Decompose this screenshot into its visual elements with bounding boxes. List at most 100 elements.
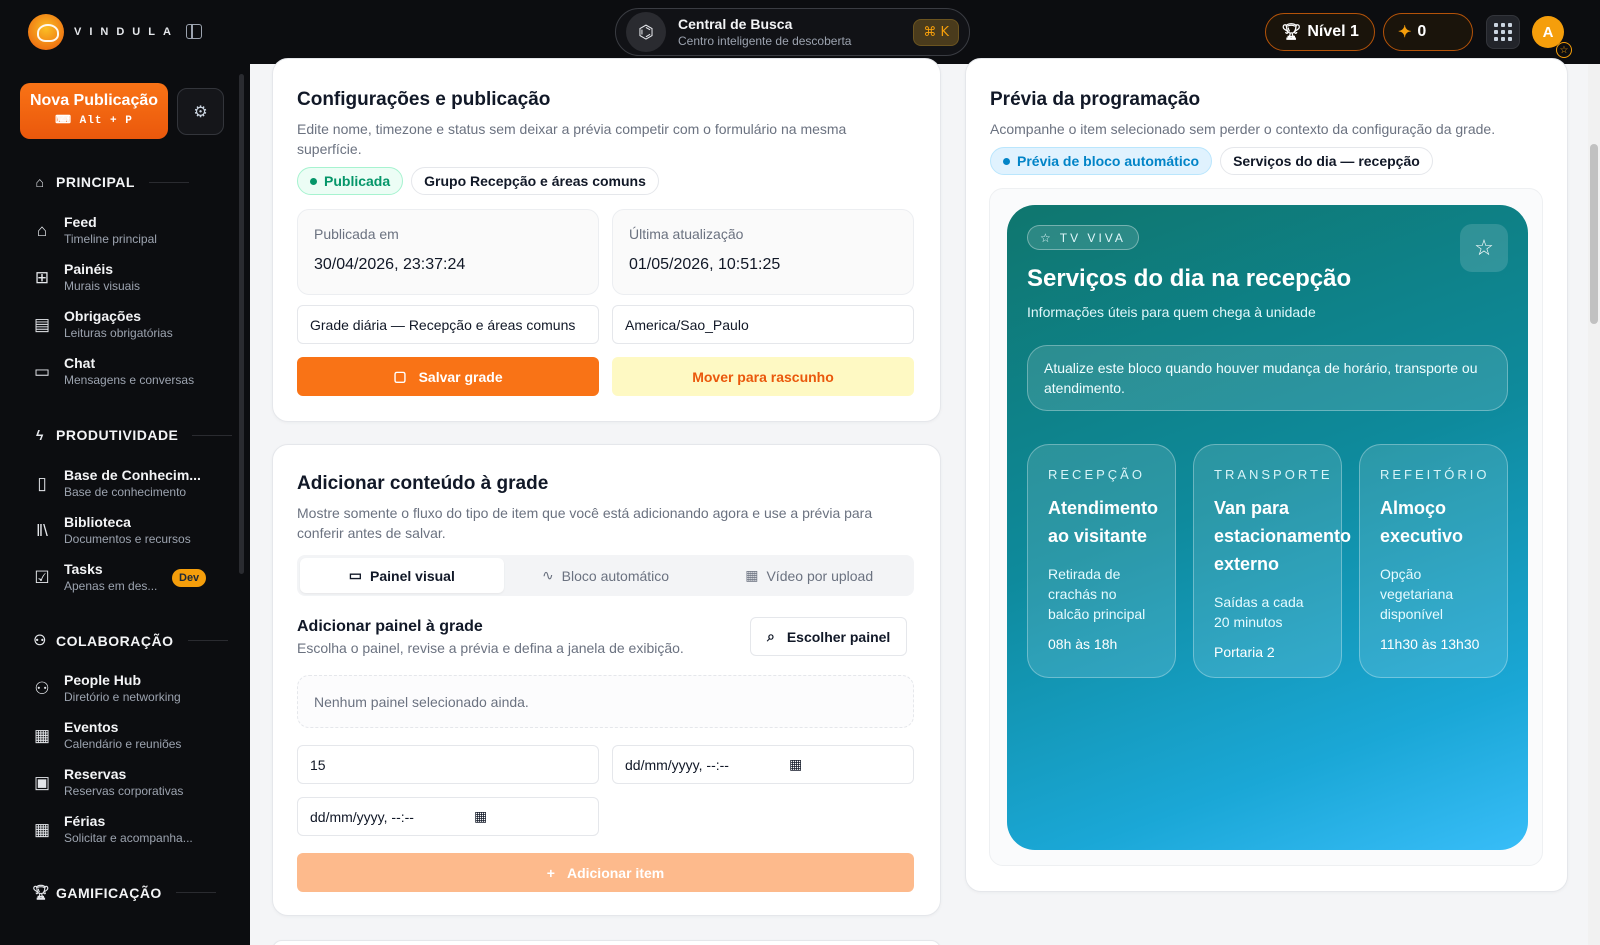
section-produtividade: ϟ PRODUTIVIDADE [32, 427, 233, 443]
updated-at: Última atualização 01/05/2026, 10:51:25 [612, 209, 914, 295]
add-item-button[interactable]: + Adicionar item [297, 853, 914, 892]
users-icon: ⚇ [33, 632, 47, 648]
new-post-shortcut: ⌨ Alt + P [55, 115, 133, 127]
published-at: Publicada em 30/04/2026, 23:37:24 [297, 209, 599, 295]
choose-panel-button[interactable]: ⌕ Escolher painel [750, 617, 908, 656]
sidebar-item-reservas[interactable]: ▣ Reservas Reservas corporativas [32, 766, 232, 798]
tv-card-transporte: TRANSPORTE Van para estacionamento exter… [1193, 444, 1351, 678]
tv-tag: ☆ TV VIVA [1027, 225, 1139, 250]
page-scrollbar-thumb[interactable] [1590, 144, 1598, 324]
tv-subtitle: Informações úteis para quem chega à unid… [1027, 304, 1316, 320]
section-principal: ⌂ PRINCIPAL [32, 174, 189, 190]
empty-selection: Nenhum painel selecionado ainda. [297, 675, 914, 728]
preview-mode-badge: Prévia de bloco automático [990, 147, 1213, 175]
tv-card-recepcao: RECEPÇÃO Atendimento ao visitante Retira… [1027, 444, 1176, 678]
end-datetime-input[interactable]: dd/mm/yyyy, --:-- ▦ [297, 797, 599, 836]
favorite-star-icon[interactable]: ☆ [1460, 224, 1508, 272]
filter-settings-button[interactable]: ⚙︎ [177, 88, 224, 135]
timezone-input[interactable]: America/Sao_Paulo [612, 305, 914, 344]
level-label: Nível 1 [1307, 23, 1359, 40]
home-icon: ⌂ [35, 174, 45, 190]
calendar-icon: ▦ [33, 726, 51, 745]
add-desc: Mostre somente o fluxo do tipo de item q… [297, 505, 873, 541]
config-card: Configurações e publicação Edite nome, t… [272, 58, 941, 422]
panel-title: Adicionar painel à grade [297, 618, 483, 635]
sparkle-icon: ✦ [1398, 24, 1412, 41]
activity-icon: ∿ [541, 567, 554, 583]
sidebar-item-paineis[interactable]: ⊞ Painéis Murais visuais [32, 261, 232, 293]
tab-video-upload[interactable]: ▦ Vídeo por upload [707, 558, 911, 593]
next-card [272, 940, 941, 945]
add-title: Adicionar conteúdo à grade [297, 473, 549, 494]
chat-icon: ▭ [33, 362, 51, 381]
save-grade-button[interactable]: ▢ Salvar grade [297, 357, 599, 396]
config-title: Configurações e publicação [297, 89, 551, 110]
search-center-button[interactable]: ⌬ Central de Busca Centro inteligente de… [615, 8, 970, 56]
users-icon: ⚇ [34, 679, 50, 698]
search-shortcut: ⌘ K [913, 18, 959, 46]
sidebar-item-eventos[interactable]: ▦ Eventos Calendário e reuniões [32, 719, 232, 751]
preview-desc: Acompanhe o item selecionado sem perder … [990, 121, 1496, 137]
top-bar: VINDULA ⌬ Central de Busca Centro inteli… [0, 0, 1600, 64]
sidebar-item-chat[interactable]: ▭ Chat Mensagens e conversas [32, 355, 232, 387]
book-icon: ▯ [37, 474, 47, 493]
sidebar-scrollbar[interactable] [239, 74, 244, 574]
lightning-icon: ϟ [36, 427, 44, 443]
logo-icon [28, 14, 64, 50]
sidebar-item-tasks[interactable]: ☑ Tasks Apenas em des... Dev [32, 561, 232, 593]
level-button[interactable]: 🏆︎ Nível 1 [1265, 13, 1375, 51]
brain-icon: ⌬ [626, 12, 666, 52]
star-icon: ☆ [1040, 230, 1054, 245]
tab-bloco-automatico[interactable]: ∿ Bloco automático [504, 558, 708, 593]
calendar-check-icon: ▦ [33, 820, 51, 839]
content-type-tabs: ▭ Painel visual ∿ Bloco automático ▦ Vídeo … [297, 555, 914, 596]
new-post-button[interactable]: Nova Publicação ⌨ Alt + P [20, 83, 168, 139]
clipboard-icon: ▣ [33, 773, 51, 792]
sidebar-toggle-icon[interactable] [186, 24, 202, 39]
library-icon: ‖\ [36, 521, 48, 540]
sidebar-item-biblioteca[interactable]: ‖\ Biblioteca Documentos e recursos [32, 514, 232, 546]
calendar-icon[interactable]: ▦ [789, 756, 802, 773]
points-value: 0 [1417, 23, 1427, 40]
section-gamificacao: 🏆︎ GAMIFICAÇÃO [32, 884, 216, 901]
points-button[interactable]: ✦ 0 [1383, 13, 1473, 51]
sidebar-item-base-conhecimento[interactable]: ▯ Base de Conhecim... Base de conheciment… [32, 467, 232, 499]
home-icon: ⌂ [36, 221, 48, 240]
tab-painel-visual[interactable]: ▭ Painel visual [300, 558, 504, 593]
sidebar-item-people-hub[interactable]: ⚇ People Hub Diretório e networking [32, 672, 232, 704]
sidebar-item-ferias[interactable]: ▦ Férias Solicitar e acompanha... [32, 813, 232, 845]
document-icon: ▤ [33, 315, 51, 334]
tv-note: Atualize este bloco quando houver mudanç… [1027, 345, 1508, 411]
panel-desc: Escolha o painel, revise a prévia e defi… [297, 640, 684, 656]
tv-preview: ☆ TV VIVA ☆ Serviços do dia na recepção I… [1007, 205, 1528, 850]
section-colaboracao: ⚇ COLABORAÇÃO [32, 632, 228, 649]
trophy-icon: 🏆︎ [32, 884, 51, 900]
search-icon: ⌕ [767, 628, 775, 644]
sliders-icon: ⚙︎ [193, 103, 208, 121]
plus-icon: + [546, 864, 555, 881]
move-to-draft-button[interactable]: Mover para rascunho [612, 357, 914, 396]
grade-name-input[interactable]: Grade diária — Recepção e áreas comuns [297, 305, 599, 344]
duration-input[interactable]: 15 [297, 745, 599, 784]
dev-badge: Dev [172, 569, 207, 587]
tv-card-refeitorio: REFEITÓRIO Almoço executivo Opção vegeta… [1359, 444, 1508, 678]
save-icon: ▢ [393, 368, 407, 384]
calendar-icon[interactable]: ▦ [474, 808, 487, 825]
sidebar: Nova Publicação ⌨ Alt + P ⚙︎ ⌂ PRINCIPAL… [0, 64, 250, 945]
film-icon: ▦ [745, 567, 759, 583]
sidebar-item-obrigacoes[interactable]: ▤ Obrigações Leituras obrigatórias [32, 308, 232, 340]
status-badge: Publicada [297, 167, 404, 195]
calendar-icon: ▭ [348, 567, 363, 583]
brand-logo[interactable]: VINDULA [28, 14, 179, 50]
sidebar-item-feed[interactable]: ⌂ Feed Timeline principal [32, 214, 232, 246]
group-badge: Grupo Recepção e áreas comuns [411, 167, 659, 195]
star-badge-icon: ☆ [1556, 42, 1572, 58]
search-title: Central de Busca [678, 16, 793, 32]
page-scrollbar[interactable] [1588, 64, 1600, 945]
grid-icon: ⊞ [34, 268, 50, 287]
trophy-icon: 🏆︎ [1281, 24, 1302, 41]
add-content-card: Adicionar conteúdo à grade Mostre soment… [272, 444, 941, 916]
start-datetime-input[interactable]: dd/mm/yyyy, --:-- ▦ [612, 745, 914, 784]
apps-grid-button[interactable] [1486, 15, 1520, 49]
search-subtitle: Centro inteligente de descoberta [678, 34, 852, 48]
